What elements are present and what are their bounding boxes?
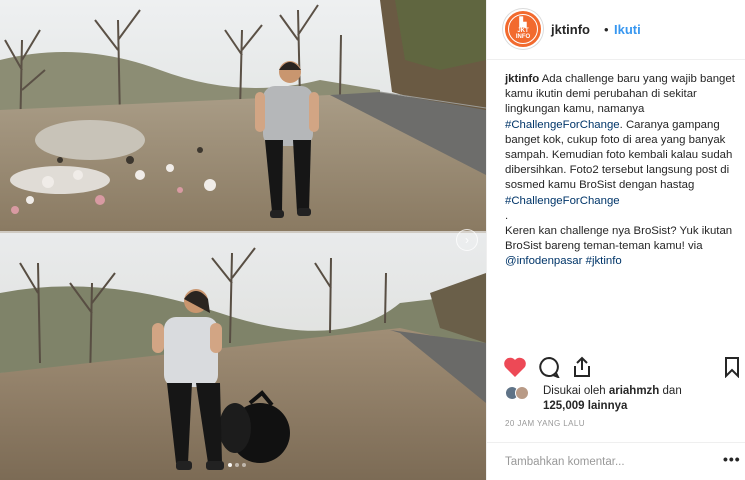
caption-text: Ada challenge baru yang wajib banget kam…: [505, 73, 735, 116]
likes-count[interactable]: 125,009: [543, 400, 585, 412]
bookmark-icon[interactable]: [724, 356, 740, 383]
likes-middle: dan: [659, 385, 682, 397]
likes-prefix: Disukai oleh: [543, 385, 609, 397]
caption-dot-line: .: [505, 209, 509, 222]
post-sidebar: ▙ JKT INFO jktinfo • Ikuti jktinfo Ada c…: [486, 0, 745, 480]
action-bar: [487, 350, 745, 384]
hashtag-link[interactable]: #ChallengeForChange: [505, 195, 620, 207]
liker-username[interactable]: ariahmzh: [609, 385, 660, 397]
hashtag-link[interactable]: #jktinfo: [586, 255, 622, 267]
comment-input[interactable]: [505, 453, 705, 471]
more-options-icon[interactable]: •••: [723, 451, 741, 467]
comment-icon[interactable]: [537, 356, 561, 383]
carousel-next-button[interactable]: ›: [456, 229, 478, 251]
caption-paragraph-2: Keren kan challenge nya BroSist? Yuk iku…: [505, 224, 737, 270]
hashtag-link[interactable]: #ChallengeForChange: [505, 119, 620, 131]
avatar[interactable]: ▙ JKT INFO: [503, 9, 543, 49]
heart-icon[interactable]: [503, 356, 527, 383]
post-caption: jktinfo Ada challenge baru yang wajib ba…: [505, 72, 737, 270]
follow-button[interactable]: Ikuti: [614, 22, 641, 37]
comment-bar: •••: [487, 442, 745, 480]
separator-dot: •: [604, 22, 609, 37]
liker-avatar[interactable]: [515, 386, 529, 400]
chevron-right-icon: ›: [465, 233, 469, 247]
caption-username[interactable]: jktinfo: [505, 73, 539, 85]
photo-before-cleanup: [0, 0, 486, 231]
post-timestamp[interactable]: 20 JAM YANG LALU: [505, 419, 585, 428]
avatar-badge: ▙ JKT INFO: [508, 14, 538, 44]
post-image[interactable]: ›: [0, 0, 486, 480]
share-icon[interactable]: [571, 356, 593, 383]
caption-text: Keren kan challenge nya BroSist? Yuk iku…: [505, 225, 733, 253]
post-header: ▙ JKT INFO jktinfo • Ikuti: [487, 0, 745, 60]
avatar-text-bottom: INFO: [515, 34, 531, 40]
likes-summary: Disukai oleh ariahmzh dan 125,009 lainny…: [505, 384, 735, 416]
likes-suffix[interactable]: lainnya: [585, 400, 628, 412]
city-skyline-icon: ▙: [519, 17, 527, 27]
username-link[interactable]: jktinfo: [551, 22, 590, 37]
liked-by-text: Disukai oleh ariahmzh dan 125,009 lainny…: [543, 384, 723, 414]
caption-paragraph-1: jktinfo Ada challenge baru yang wajib ba…: [505, 72, 737, 209]
photo-after-cleanup: [0, 233, 486, 480]
mention-link[interactable]: @infodenpasar: [505, 255, 582, 267]
